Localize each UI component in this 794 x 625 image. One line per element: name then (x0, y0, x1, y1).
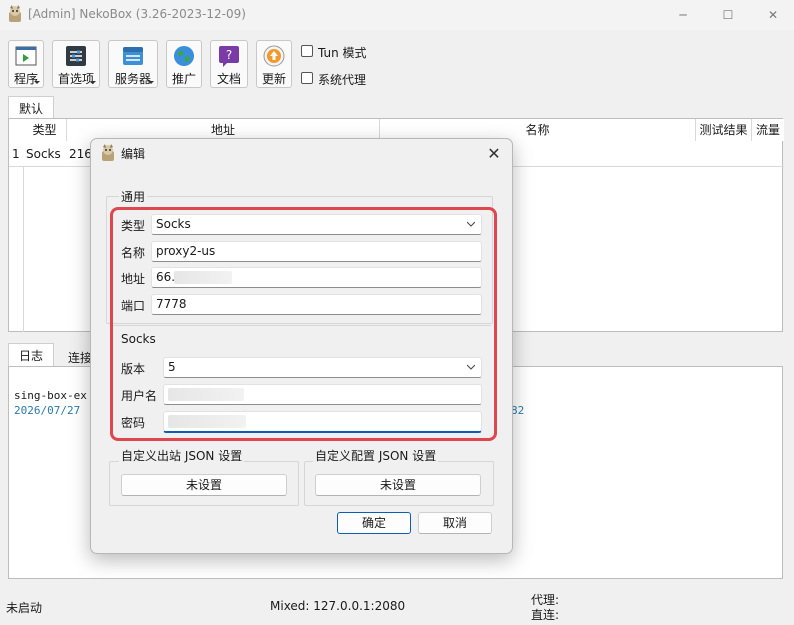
column-header-test-result[interactable]: 测试结果 (696, 119, 752, 141)
highlight-annotation-box (110, 207, 497, 441)
server-icon (122, 45, 144, 67)
preferences-menu-button[interactable]: 首选项 (52, 40, 100, 88)
row-number-header (9, 119, 23, 141)
dialog-close-button[interactable]: ✕ (484, 144, 504, 164)
column-header-type[interactable]: 类型 (23, 119, 67, 141)
direct-speed-label: 直连: (531, 608, 560, 622)
globe-icon (173, 45, 195, 67)
close-icon: ✕ (767, 8, 779, 22)
dropdown-caret-icon (34, 81, 40, 84)
tun-mode-label: Tun 模式 (318, 46, 367, 60)
preferences-icon (65, 45, 87, 67)
general-group-label: 通用 (119, 188, 148, 205)
close-window-button[interactable]: ✕ (750, 0, 794, 30)
program-menu-button[interactable]: 程序 (8, 40, 44, 88)
update-button[interactable]: 更新 (256, 40, 292, 88)
outbound-json-settings-button[interactable]: 未设置 (121, 474, 287, 496)
dropdown-caret-icon (90, 81, 96, 84)
system-proxy-checkbox[interactable] (301, 72, 313, 84)
nekobox-app-icon (100, 144, 116, 162)
config-json-settings-button[interactable]: 未设置 (315, 474, 481, 496)
column-header-traffic[interactable]: 流量 (752, 119, 784, 141)
help-document-icon: ? (218, 45, 240, 67)
nekobox-app-icon (7, 5, 23, 23)
mixed-port-text: Mixed: 127.0.0.1:2080 (270, 599, 406, 613)
update-label: 更新 (261, 72, 286, 86)
docs-label: 文档 (216, 72, 241, 86)
window-title: [Admin] NekoBox (3.26-2023-12-09) (28, 7, 246, 21)
tun-mode-checkbox[interactable] (301, 45, 313, 57)
docs-button[interactable]: ? 文档 (210, 40, 248, 88)
tab-log[interactable]: 日志 (8, 343, 55, 367)
promote-button[interactable]: 推广 (166, 40, 202, 88)
title-bar: [Admin] NekoBox (3.26-2023-12-09) ─ ☐ ✕ (0, 0, 794, 30)
config-json-group-label: 自定义配置 JSON 设置 (313, 447, 439, 464)
maximize-icon: ☐ (722, 8, 734, 22)
program-menu-label: 程序 (13, 72, 38, 86)
dropdown-caret-icon (148, 81, 154, 84)
log-line: sing-box-ex (14, 389, 87, 402)
minimize-icon: ─ (679, 8, 687, 22)
system-proxy-label: 系统代理 (318, 73, 367, 87)
cancel-button[interactable]: 取消 (418, 512, 492, 534)
minimize-button[interactable]: ─ (660, 0, 706, 30)
promote-label: 推广 (171, 72, 196, 86)
row-address: 216 (69, 147, 92, 161)
server-menu-button[interactable]: 服务器 (108, 40, 158, 88)
preferences-menu-label: 首选项 (57, 72, 94, 86)
tab-default-group[interactable]: 默认 (8, 96, 55, 119)
terminal-icon (15, 45, 37, 67)
close-icon: ✕ (487, 144, 501, 163)
outbound-json-group-label: 自定义出站 JSON 设置 (119, 447, 245, 464)
index-column-divider (23, 166, 24, 332)
row-index: 1 (12, 147, 20, 161)
maximize-button[interactable]: ☐ (705, 0, 751, 30)
core-status-text: 未启动 (6, 601, 43, 615)
log-timestamp: 2026/07/27 (14, 404, 81, 417)
server-menu-label: 服务器 (114, 72, 151, 86)
svg-text:?: ? (226, 48, 232, 62)
edit-dialog: 编辑 ✕ 通用 类型 Socks 名称 proxy2-us 地址 66. 端口 … (90, 138, 513, 554)
dialog-title: 编辑 (121, 147, 146, 161)
row-type: Socks (26, 147, 61, 161)
update-icon (263, 45, 285, 67)
ok-button[interactable]: 确定 (337, 512, 411, 534)
